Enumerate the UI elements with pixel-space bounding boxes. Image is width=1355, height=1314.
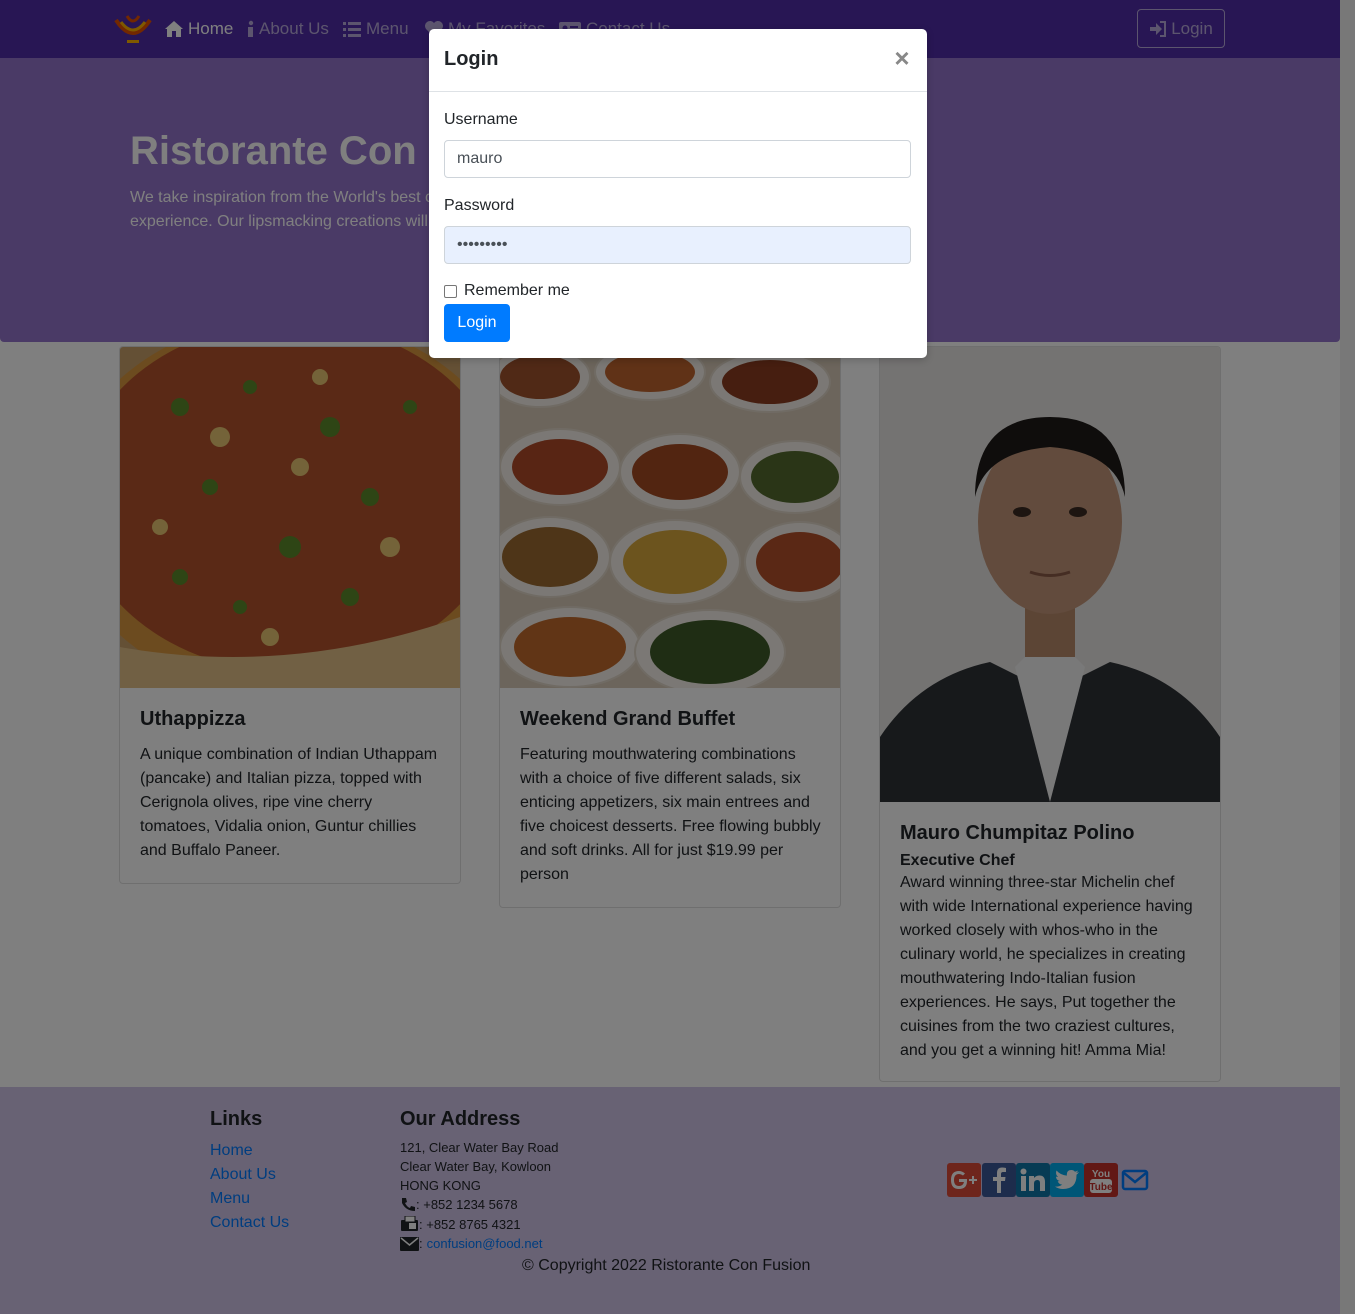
- close-icon[interactable]: ×: [891, 45, 913, 71]
- password-label: Password: [444, 197, 515, 214]
- remember-me-checkbox[interactable]: [444, 284, 457, 298]
- login-submit-button[interactable]: Login: [444, 304, 510, 342]
- username-label: Username: [444, 111, 518, 128]
- login-modal: Login × Username Password Remember me Lo…: [429, 29, 927, 358]
- remember-me-label: Remember me: [464, 282, 570, 299]
- modal-header: Login ×: [429, 29, 927, 92]
- password-field[interactable]: [444, 226, 911, 264]
- username-field[interactable]: [444, 140, 911, 178]
- remember-me: Remember me: [444, 282, 570, 300]
- modal-title: Login: [444, 48, 499, 70]
